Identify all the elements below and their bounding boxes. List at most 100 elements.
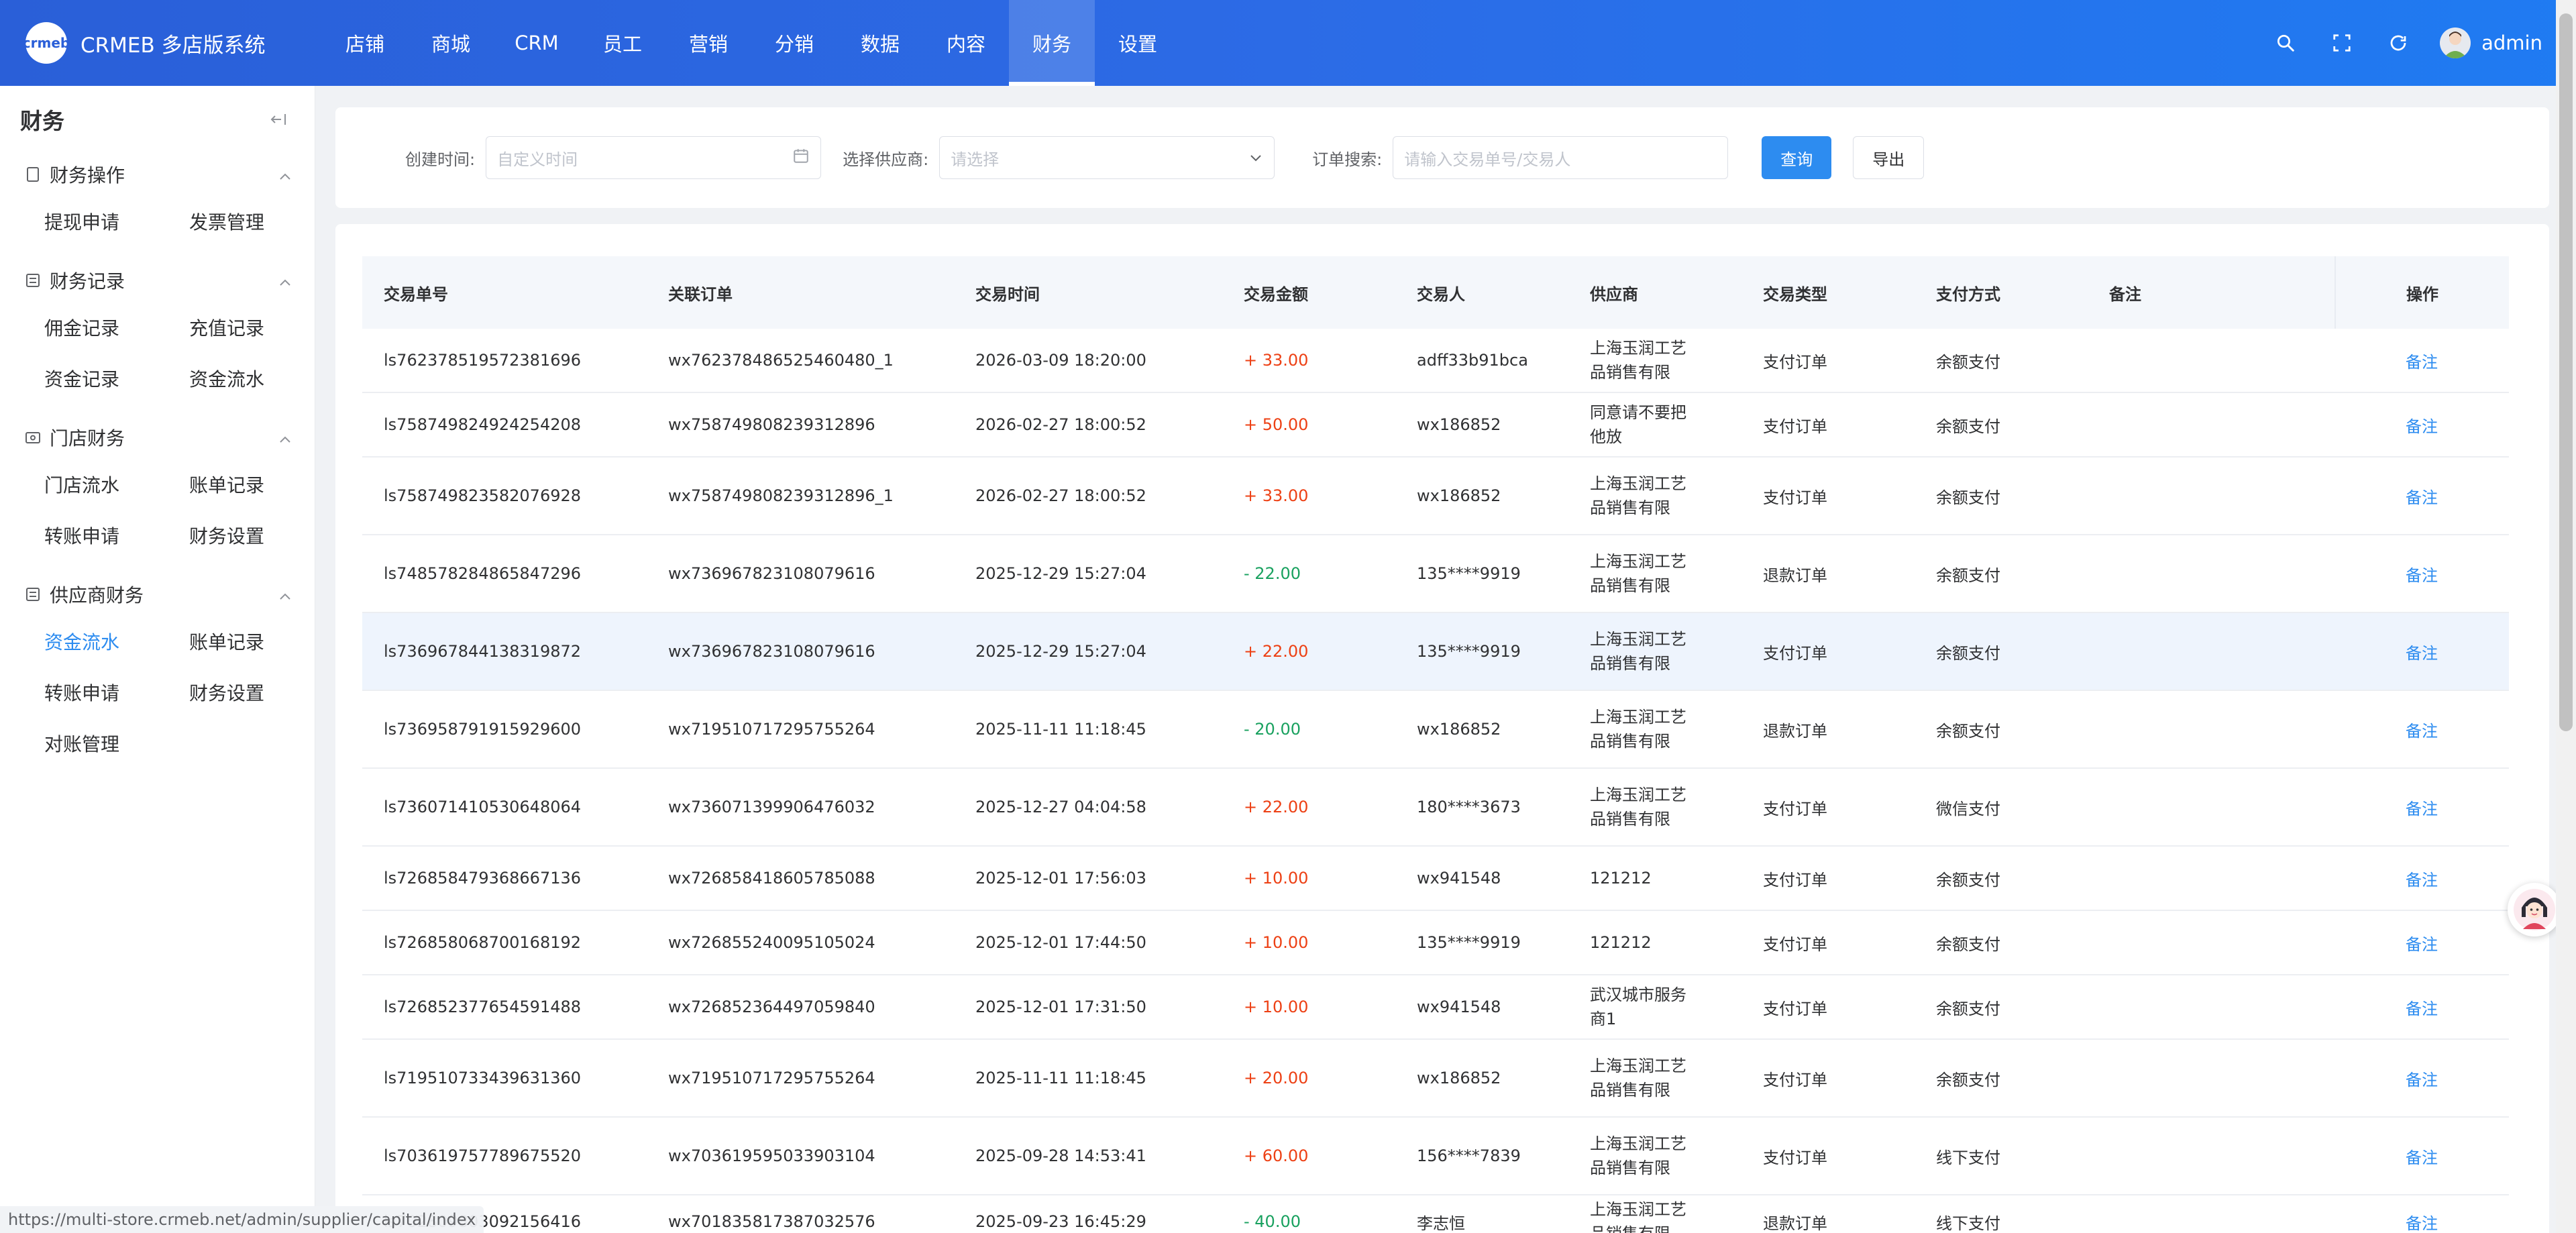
trader-cell: wx186852	[1417, 486, 1501, 505]
collapse-sidebar-icon[interactable]	[265, 106, 292, 133]
sidebar-item-supplier-bill[interactable]: 账单记录	[189, 616, 334, 667]
list-icon	[23, 584, 43, 604]
date-range-picker[interactable]: 自定义时间	[486, 136, 822, 179]
table-row[interactable]: ls736958791915929600 wx719510717295755264…	[362, 691, 2509, 769]
remark-action-link[interactable]: 备注	[2334, 640, 2509, 663]
top-nav-item-mall[interactable]: 商城	[408, 0, 494, 86]
table-row[interactable]: ls762378519572381696 wx762378486525460480…	[362, 329, 2509, 393]
transaction-type-cell: 支付订单	[1763, 934, 1827, 954]
top-nav-item-crm[interactable]: CRM	[494, 0, 580, 86]
top-nav-item-distribution[interactable]: 分销	[751, 0, 837, 86]
remark-action-link[interactable]: 备注	[2334, 867, 2509, 890]
amount-cell: + 60.00	[1244, 1146, 1309, 1165]
customer-service-avatar[interactable]	[2508, 883, 2561, 936]
table-row[interactable]: ls758749823582076928 wx758749808239312896…	[362, 458, 2509, 535]
top-nav-item-staff[interactable]: 员工	[580, 0, 665, 86]
transaction-type-cell: 支付订单	[1763, 799, 1827, 818]
column-header: 交易类型	[1763, 284, 1827, 304]
remark-action-link[interactable]: 备注	[2334, 996, 2509, 1019]
supplier-select[interactable]: 请选择	[939, 136, 1275, 179]
column-header: 交易金额	[1244, 284, 1308, 304]
column-header: 交易单号	[384, 284, 448, 304]
amount-cell: + 10.00	[1244, 933, 1309, 952]
sidebar-item-fund-flow[interactable]: 资金流水	[189, 353, 334, 404]
remark-action-link[interactable]: 备注	[2334, 931, 2509, 955]
table-row[interactable]: ls726852377654591488 wx726852364497059840…	[362, 975, 2509, 1040]
related-order-cell: wx701835817387032576	[668, 1212, 875, 1231]
sidebar-item-reconciliation[interactable]: 对账管理	[44, 718, 189, 769]
top-nav-item-finance[interactable]: 财务	[1009, 0, 1095, 86]
search-icon[interactable]	[2257, 15, 2314, 71]
trader-cell: wx186852	[1417, 415, 1501, 434]
sidebar-group-label: 门店财务	[50, 427, 125, 449]
top-nav-item-content[interactable]: 内容	[923, 0, 1009, 86]
sidebar-item-supplier-transfer[interactable]: 转账申请	[44, 667, 189, 718]
transaction-time-cell: 2026-02-27 18:00:52	[975, 415, 1146, 434]
table-row[interactable]: ls748578284865847296 wx736967823108079616…	[362, 535, 2509, 613]
sidebar-group-finance-records[interactable]: 财务记录	[0, 259, 315, 302]
transaction-time-cell: 2026-02-27 18:00:52	[975, 486, 1146, 505]
remark-action-link[interactable]: 备注	[2334, 1210, 2509, 1233]
sidebar-item-invoice[interactable]: 发票管理	[189, 196, 334, 247]
column-header: 交易人	[1417, 284, 1465, 304]
brand-name: CRMEB 多店版系统	[80, 33, 266, 58]
remark-action-link[interactable]: 备注	[2334, 413, 2509, 437]
table-row[interactable]: ls726858068700168192 wx726855240095105024…	[362, 911, 2509, 975]
fullscreen-icon[interactable]	[2314, 15, 2370, 71]
table-row[interactable]: ls719510733439631360 wx719510717295755264…	[362, 1040, 2509, 1118]
supplier-cell: 上海玉润工艺品销售有限	[1590, 786, 1686, 828]
scrollbar-thumb[interactable]	[2559, 13, 2573, 731]
user-name[interactable]: admin	[2481, 32, 2542, 54]
sidebar-item-store-flow[interactable]: 门店流水	[44, 459, 189, 510]
supplier-cell: 上海玉润工艺品销售有限	[1590, 1134, 1686, 1177]
top-nav-item-shop[interactable]: 店铺	[322, 0, 408, 86]
remark-action-link[interactable]: 备注	[2334, 349, 2509, 372]
remark-action-link[interactable]: 备注	[2334, 796, 2509, 819]
refresh-icon[interactable]	[2370, 15, 2426, 71]
table-row[interactable]: ls736071410530648064 wx736071399906476032…	[362, 769, 2509, 847]
sidebar-item-fund-record[interactable]: 资金记录	[44, 353, 189, 404]
payment-method-cell: 余额支付	[1936, 352, 2000, 372]
order-search-input[interactable]: 请输入交易单号/交易人	[1393, 136, 1729, 179]
export-button[interactable]: 导出	[1853, 136, 1925, 179]
transaction-type-cell: 退款订单	[1763, 721, 1827, 741]
trader-cell: adff33b91bca	[1417, 351, 1528, 370]
table-row[interactable]: ls702809803092156416wx701835817387032576…	[362, 1195, 2509, 1233]
sidebar-group-supplier-finance[interactable]: 供应商财务	[0, 573, 315, 616]
remark-action-link[interactable]: 备注	[2334, 1144, 2509, 1168]
sidebar-item-store-transfer[interactable]: 转账申请	[44, 510, 189, 561]
remark-action-link[interactable]: 备注	[2334, 562, 2509, 586]
table-row[interactable]: ls758749824924254208 wx758749808239312896…	[362, 393, 2509, 458]
sidebar-item-store-bill[interactable]: 账单记录	[189, 459, 334, 510]
page-scrollbar[interactable]	[2556, 0, 2576, 1233]
avatar[interactable]	[2440, 28, 2471, 58]
query-button[interactable]: 查询	[1762, 136, 1832, 179]
remark-action-link[interactable]: 备注	[2334, 1067, 2509, 1090]
sidebar-item-store-settings[interactable]: 财务设置	[189, 510, 334, 561]
sidebar-item-supplier-settings[interactable]: 财务设置	[189, 667, 334, 718]
sidebar-item-commission[interactable]: 佣金记录	[44, 302, 189, 353]
brand[interactable]: crmeb CRMEB 多店版系统	[0, 22, 322, 64]
table-row[interactable]: ls703619757789675520 wx703619595033903104…	[362, 1118, 2509, 1195]
supplier-label: 选择供应商:	[843, 150, 929, 169]
table-row[interactable]: ls736967844138319872 wx736967823108079616…	[362, 613, 2509, 691]
sidebar-group-store-finance[interactable]: 门店财务	[0, 416, 315, 459]
transaction-time-cell: 2025-12-29 15:27:04	[975, 642, 1146, 661]
chevron-down-icon	[1248, 148, 1263, 167]
document-icon	[23, 164, 43, 184]
amount-cell: + 33.00	[1244, 486, 1309, 505]
sidebar-item-withdraw-apply[interactable]: 提现申请	[44, 196, 189, 247]
top-nav-item-marketing[interactable]: 营销	[665, 0, 751, 86]
related-order-cell: wx726852364497059840	[668, 998, 875, 1016]
transaction-id-cell: ls719510733439631360	[384, 1069, 582, 1087]
transaction-type-cell: 支付订单	[1763, 643, 1827, 663]
remark-action-link[interactable]: 备注	[2334, 484, 2509, 508]
sidebar-item-supplier-fund-flow[interactable]: 资金流水	[44, 616, 189, 667]
column-header: 支付方式	[1936, 284, 2000, 304]
table-row[interactable]: ls726858479368667136 wx726858418605785088…	[362, 847, 2509, 911]
sidebar-group-finance-ops[interactable]: 财务操作	[0, 153, 315, 196]
top-nav-item-data[interactable]: 数据	[837, 0, 923, 86]
remark-action-link[interactable]: 备注	[2334, 718, 2509, 741]
top-nav-item-settings[interactable]: 设置	[1095, 0, 1181, 86]
sidebar-item-recharge[interactable]: 充值记录	[189, 302, 334, 353]
